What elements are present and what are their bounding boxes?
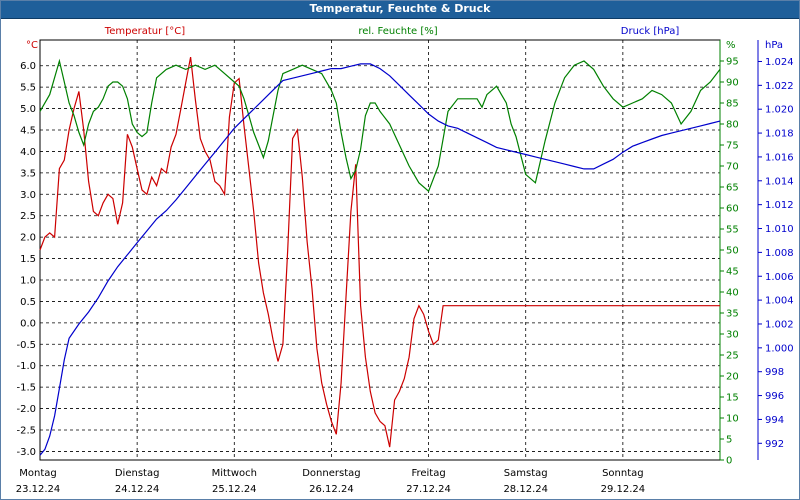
tick-label-pressure: 1.022 — [765, 81, 794, 92]
tick-label-humidity: 70 — [726, 162, 739, 173]
tick-label-humidity: 65 — [726, 183, 739, 194]
tick-label-temperature: 4.5 — [20, 126, 36, 137]
tick-label-humidity: 40 — [726, 288, 739, 299]
tick-label-pressure: 1.006 — [765, 272, 794, 283]
tick-label-pressure: 1.012 — [765, 200, 794, 211]
series-label-pressure: Druck [hPa] — [621, 26, 680, 37]
tick-label-pressure: 996 — [765, 391, 784, 402]
tick-label-temperature: 1.0 — [20, 276, 36, 287]
tick-label-temperature: -2.5 — [16, 426, 36, 437]
tick-label-temperature: 2.0 — [20, 233, 36, 244]
tick-label-pressure: 998 — [765, 367, 784, 378]
tick-label-temperature: 2.5 — [20, 211, 36, 222]
tick-label-humidity: 90 — [726, 78, 739, 89]
tick-label-temperature: -1.0 — [16, 361, 36, 372]
x-tick-day: Mittwoch — [212, 468, 257, 479]
x-tick-day: Samstag — [504, 468, 548, 479]
tick-label-humidity: 25 — [726, 351, 739, 362]
tick-label-humidity: 75 — [726, 141, 739, 152]
tick-label-temperature: 1.5 — [20, 254, 36, 265]
tick-label-humidity: 15 — [726, 393, 739, 404]
series-label-temperature: Temperatur [°C] — [104, 26, 185, 37]
axis-unit-pressure: hPa — [765, 40, 783, 51]
tick-label-temperature: 0.5 — [20, 297, 36, 308]
tick-label-pressure: 1.014 — [765, 176, 794, 187]
tick-label-humidity: 60 — [726, 204, 739, 215]
tick-label-temperature: 5.5 — [20, 83, 36, 94]
x-tick-day: Montag — [19, 468, 56, 479]
x-tick-date: 24.12.24 — [115, 484, 160, 495]
x-tick-date: 28.12.24 — [503, 484, 548, 495]
tick-label-humidity: 45 — [726, 267, 739, 278]
tick-label-humidity: 50 — [726, 246, 739, 257]
tick-label-temperature: 3.5 — [20, 168, 36, 179]
tick-label-humidity: 20 — [726, 372, 739, 383]
tick-label-humidity: 85 — [726, 99, 739, 110]
tick-label-pressure: 1.018 — [765, 129, 794, 140]
tick-label-humidity: 10 — [726, 414, 739, 425]
axis-unit-humidity: % — [726, 40, 736, 51]
tick-label-temperature: 5.0 — [20, 104, 36, 115]
tick-label-pressure: 1.008 — [765, 248, 794, 259]
tick-label-temperature: -1.5 — [16, 383, 36, 394]
x-tick-date: 29.12.24 — [601, 484, 646, 495]
x-tick-day: Dienstag — [115, 468, 160, 479]
x-tick-date: 25.12.24 — [212, 484, 257, 495]
x-tick-date: 23.12.24 — [16, 484, 61, 495]
x-tick-day: Donnerstag — [302, 468, 360, 479]
x-tick-date: 27.12.24 — [406, 484, 451, 495]
tick-label-temperature: -2.0 — [16, 404, 36, 415]
tick-label-temperature: 4.0 — [20, 147, 36, 158]
tick-label-humidity: 30 — [726, 330, 739, 341]
tick-label-pressure: 1.016 — [765, 152, 794, 163]
tick-label-temperature: 6.0 — [20, 61, 36, 72]
series-label-humidity: rel. Feuchte [%] — [358, 26, 437, 37]
tick-label-humidity: 80 — [726, 120, 739, 131]
tick-label-pressure: 994 — [765, 415, 784, 426]
tick-label-humidity: 0 — [726, 456, 732, 467]
tick-label-pressure: 1.000 — [765, 343, 794, 354]
tick-label-temperature: -3.0 — [16, 447, 36, 458]
tick-label-temperature: 3.0 — [20, 190, 36, 201]
tick-label-pressure: 1.004 — [765, 296, 794, 307]
x-tick-date: 26.12.24 — [309, 484, 354, 495]
tick-label-humidity: 95 — [726, 57, 739, 68]
tick-label-humidity: 55 — [726, 225, 739, 236]
chart-canvas: -3.0 -2.5 -2.0 -1.5 -1.0 -0.5 0.0 0.5 1.0 1.5 2.0 2… — [0, 0, 800, 500]
tick-label-temperature: -0.5 — [16, 340, 36, 351]
tick-label-humidity: 5 — [726, 435, 732, 446]
axis-unit-temperature: °C — [26, 40, 38, 51]
tick-label-humidity: 35 — [726, 309, 739, 320]
tick-label-pressure: 992 — [765, 439, 784, 450]
tick-label-pressure: 1.010 — [765, 224, 794, 235]
tick-label-pressure: 1.024 — [765, 57, 794, 68]
x-tick-day: Freitag — [411, 468, 445, 479]
tick-label-pressure: 1.020 — [765, 105, 794, 116]
tick-label-temperature: 0.0 — [20, 318, 36, 329]
tick-label-pressure: 1.002 — [765, 319, 794, 330]
x-tick-day: Sonntag — [602, 468, 644, 479]
